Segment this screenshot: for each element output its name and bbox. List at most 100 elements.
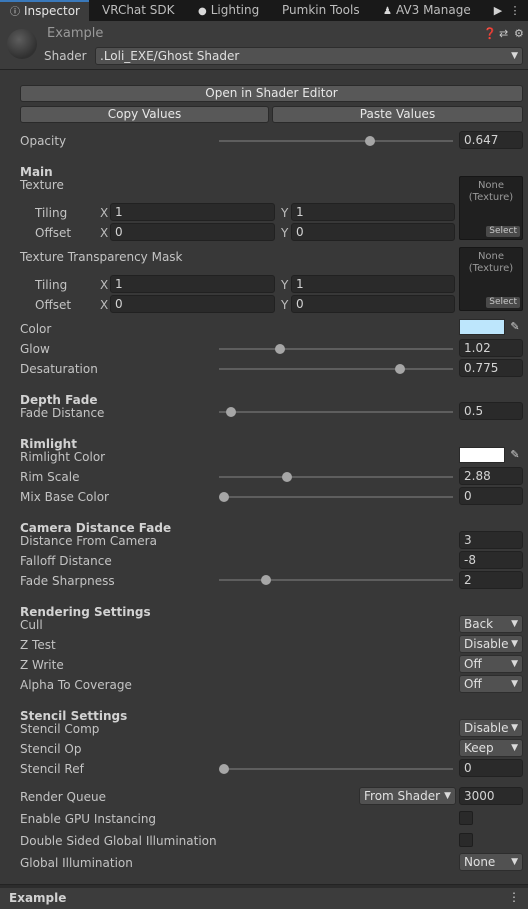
chevron-down-icon: ▼ <box>511 659 518 669</box>
tab-lighting[interactable]: ● Lighting <box>198 0 259 21</box>
fade-distance-field[interactable]: 0.5 <box>459 402 523 420</box>
ztest-dropdown[interactable]: Disabled ▼ <box>459 635 523 653</box>
mask-tiling-x-field[interactable]: 1 <box>110 275 275 293</box>
tab-menu-icon[interactable]: ⋮ <box>507 0 523 21</box>
glow-slider[interactable] <box>219 344 453 354</box>
slider-thumb[interactable] <box>281 472 292 482</box>
texture-select-button[interactable]: Select <box>486 226 520 237</box>
main-section-header: Main <box>20 165 53 179</box>
mask-tiling-label: Tiling <box>35 278 68 292</box>
mask-type-label: (Texture) <box>468 263 514 274</box>
texture-slot[interactable]: None (Texture) Select <box>459 176 523 240</box>
render-queue-source-dropdown[interactable]: From Shader ▼ <box>359 787 456 805</box>
fade-distance-slider[interactable] <box>219 407 453 417</box>
preview-menu-icon[interactable]: ⋮ <box>508 890 520 904</box>
mask-offset-x-field[interactable]: 0 <box>110 295 275 313</box>
eyedropper-icon[interactable]: ✎ <box>508 320 522 334</box>
preview-bar[interactable]: Example ⋮ <box>0 884 528 909</box>
depth-fade-header: Depth Fade <box>20 393 98 407</box>
slider-thumb[interactable] <box>219 492 229 502</box>
mask-offset-y-label: Y <box>281 298 289 312</box>
mix-base-color-label: Mix Base Color <box>20 490 109 504</box>
material-header: Example ❓ ⇄ ⚙ Shader .Loli_EXE/Ghost Sha… <box>0 21 528 70</box>
alpha-to-coverage-dropdown[interactable]: Off ▼ <box>459 675 523 693</box>
color-swatch[interactable] <box>459 319 505 335</box>
help-icon[interactable]: ❓ <box>483 27 497 40</box>
mask-none-label: None <box>477 251 505 262</box>
copy-values-button[interactable]: Copy Values <box>20 106 269 123</box>
rimlight-color-label: Rimlight Color <box>20 450 106 464</box>
rim-scale-slider[interactable] <box>219 472 453 482</box>
info-icon: ⓘ <box>10 7 20 18</box>
open-shader-editor-button[interactable]: Open in Shader Editor <box>20 85 523 102</box>
rimlight-color-swatch[interactable] <box>459 447 505 463</box>
chevron-down-icon: ▼ <box>509 636 518 652</box>
glow-field[interactable]: 1.02 <box>459 339 523 357</box>
tab-vrchat-sdk[interactable]: VRChat SDK <box>102 0 175 21</box>
falloff-distance-field[interactable]: -8 <box>459 551 523 569</box>
zwrite-dropdown[interactable]: Off ▼ <box>459 655 523 673</box>
zwrite-label: Z Write <box>20 658 64 672</box>
render-queue-field[interactable]: 3000 <box>459 787 523 805</box>
tiling-x-field[interactable]: 1 <box>110 203 275 221</box>
mask-select-button[interactable]: Select <box>486 297 520 308</box>
paste-values-button[interactable]: Paste Values <box>272 106 523 123</box>
chevron-down-icon: ▼ <box>511 857 518 867</box>
desaturation-slider[interactable] <box>219 364 453 374</box>
tab-av3-manager[interactable]: ♟ AV3 Manage <box>383 0 473 21</box>
tab-pumkin-tools[interactable]: Pumkin Tools <box>282 0 360 21</box>
global-illumination-dropdown[interactable]: None ▼ <box>459 853 523 871</box>
mix-base-color-slider[interactable] <box>219 492 453 502</box>
chevron-down-icon: ▼ <box>509 720 518 736</box>
mix-base-color-field[interactable]: 0 <box>459 487 523 505</box>
offset-x-field[interactable]: 0 <box>110 223 275 241</box>
stencil-op-label: Stencil Op <box>20 742 82 756</box>
shader-dropdown[interactable]: .Loli_EXE/Ghost Shader ▼ <box>95 47 523 65</box>
mask-offset-y-field[interactable]: 0 <box>291 295 455 313</box>
slider-thumb[interactable] <box>219 764 229 774</box>
offset-label: Offset <box>35 226 72 240</box>
stencil-ref-label: Stencil Ref <box>20 762 84 776</box>
chevron-down-icon: ▼ <box>511 51 518 61</box>
gpu-instancing-checkbox[interactable] <box>459 811 473 825</box>
texture-type-label: (Texture) <box>468 192 514 203</box>
mask-tiling-x-label: X <box>100 278 109 292</box>
tiling-y-field[interactable]: 1 <box>291 203 455 221</box>
tiling-y-label: Y <box>281 206 289 220</box>
ztest-label: Z Test <box>20 638 56 652</box>
preset-icon[interactable]: ⇄ <box>499 27 508 40</box>
eyedropper-icon[interactable]: ✎ <box>508 448 522 462</box>
rim-scale-field[interactable]: 2.88 <box>459 467 523 485</box>
distance-from-camera-field[interactable]: 3 <box>459 531 523 549</box>
texture-none-label: None <box>477 180 505 191</box>
cull-dropdown[interactable]: Back ▼ <box>459 615 523 633</box>
stencil-ref-slider[interactable] <box>219 764 453 774</box>
resize-handle[interactable] <box>0 885 528 888</box>
chevron-down-icon: ▼ <box>511 743 518 753</box>
tiling-x-label: X <box>100 206 109 220</box>
double-sided-gi-label: Double Sided Global Illumination <box>20 834 217 848</box>
slider-thumb[interactable] <box>225 407 236 417</box>
fade-sharpness-slider[interactable] <box>219 575 453 585</box>
mask-tiling-y-field[interactable]: 1 <box>291 275 455 293</box>
slider-thumb[interactable] <box>274 344 285 354</box>
mask-texture-slot[interactable]: None (Texture) Select <box>459 247 523 311</box>
mask-label: Texture Transparency Mask <box>20 250 183 264</box>
cull-label: Cull <box>20 618 43 632</box>
stencil-ref-field[interactable]: 0 <box>459 759 523 777</box>
slider-thumb[interactable] <box>260 575 271 585</box>
avatar-icon: ♟ <box>383 6 392 17</box>
offset-y-field[interactable]: 0 <box>291 223 455 241</box>
fade-sharpness-field[interactable]: 2 <box>459 571 523 589</box>
stencil-comp-dropdown[interactable]: Disabled ▼ <box>459 719 523 737</box>
stencil-op-dropdown[interactable]: Keep ▼ <box>459 739 523 757</box>
gear-icon[interactable]: ⚙ <box>514 27 524 40</box>
opacity-slider[interactable] <box>219 136 453 146</box>
tab-scroll-right-icon[interactable]: ▶ <box>490 0 506 21</box>
opacity-field[interactable]: 0.647 <box>459 131 523 149</box>
global-illumination-label: Global Illumination <box>20 856 133 870</box>
material-name: Example <box>47 26 104 41</box>
double-sided-gi-checkbox[interactable] <box>459 833 473 847</box>
desaturation-field[interactable]: 0.775 <box>459 359 523 377</box>
tab-inspector[interactable]: ⓘ Inspector <box>0 0 89 21</box>
